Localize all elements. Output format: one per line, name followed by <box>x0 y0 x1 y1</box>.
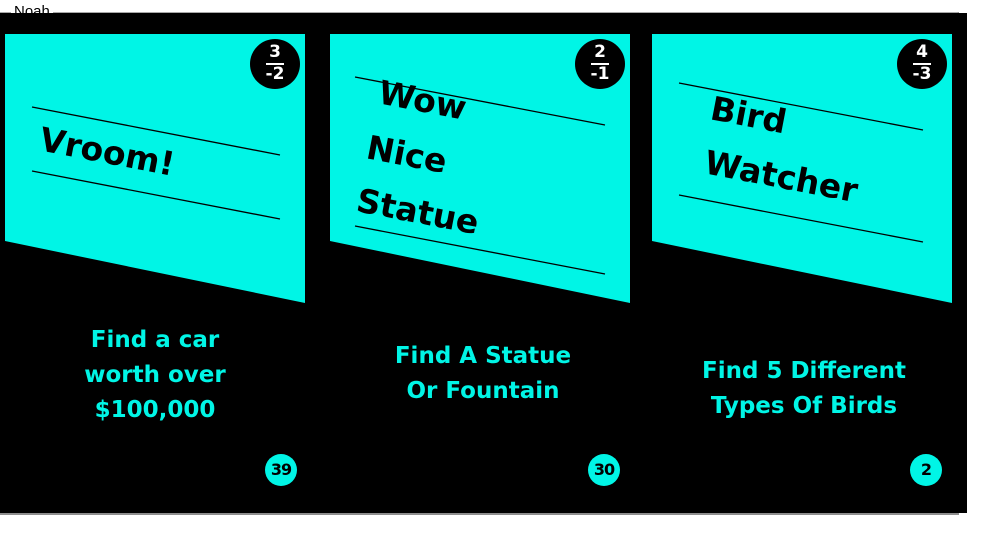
card-bird-watcher[interactable]: Bird Watcher 4 -3 Find 5 Different Types… <box>647 13 967 513</box>
card-description: Find 5 Different Types Of Birds <box>644 354 964 424</box>
description-line: Find a car <box>90 327 220 353</box>
card-number-badge: 39 <box>265 454 297 486</box>
card-number-badge: 30 <box>588 454 620 486</box>
cost-top-value: 2 <box>594 42 606 62</box>
cost-top-value: 4 <box>916 42 928 62</box>
description-line: Find A Statue <box>394 343 572 369</box>
cards-panel: Vroom! 3 -2 Find a car worth over $100,0… <box>0 13 967 513</box>
description-line: $100,000 <box>94 397 216 423</box>
description-line: worth over <box>84 362 226 388</box>
card-number-badge: 2 <box>910 454 942 486</box>
cost-badge: 2 -1 <box>575 39 625 89</box>
cost-badge: 4 -3 <box>897 39 947 89</box>
description-line: Types Of Birds <box>710 393 898 419</box>
card-vroom[interactable]: Vroom! 3 -2 Find a car worth over $100,0… <box>0 13 320 513</box>
cost-bottom-value: -1 <box>590 64 610 84</box>
cost-bottom-value: -2 <box>265 64 285 84</box>
cost-badge: 3 -2 <box>250 39 300 89</box>
description-line: Or Fountain <box>406 378 560 404</box>
description-line: Find 5 Different <box>702 358 906 384</box>
card-description: Find A Statue Or Fountain <box>323 339 643 409</box>
cost-top-value: 3 <box>269 42 281 62</box>
card-wow-nice-statue[interactable]: Wow Nice Statue 2 -1 Find A Statue Or Fo… <box>325 13 645 513</box>
card-description: Find a car worth over $100,000 <box>0 323 315 428</box>
cost-bottom-value: -3 <box>912 64 932 84</box>
